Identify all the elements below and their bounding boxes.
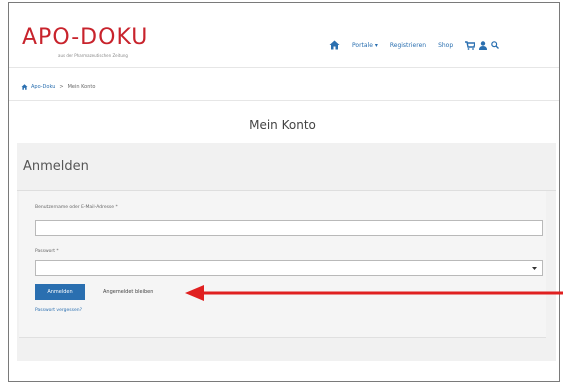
- cart-icon: [465, 40, 476, 50]
- password-input[interactable]: [35, 260, 543, 276]
- breadcrumb-separator: >: [59, 84, 64, 90]
- logo-text: APO-DOKU: [22, 25, 149, 50]
- password-label: Passwort *: [35, 249, 59, 254]
- header-divider: [9, 67, 559, 68]
- account-button[interactable]: [479, 40, 488, 50]
- annotation-arrow-icon: [185, 285, 563, 301]
- cart-button[interactable]: [465, 40, 476, 50]
- user-icon: [479, 40, 488, 50]
- main-nav: Portale ▾ Registrieren Shop: [329, 39, 511, 51]
- logo-subtitle: aus der Pharmazeutischen Zeitung: [58, 53, 128, 58]
- nav-registrieren[interactable]: Registrieren: [390, 42, 426, 49]
- forgot-password-link[interactable]: Passwort vergessen?: [35, 308, 82, 313]
- home-icon[interactable]: [21, 84, 28, 90]
- search-icon: [491, 41, 500, 49]
- nav-portale[interactable]: Portale ▾: [352, 42, 378, 49]
- home-nav-link[interactable]: [329, 40, 340, 50]
- remember-me-checkbox-label[interactable]: Angemeldet bleiben: [103, 289, 153, 295]
- username-label: Benutzername oder E-Mail-Adresse *: [35, 205, 118, 210]
- nav-shop[interactable]: Shop: [438, 42, 453, 49]
- login-button[interactable]: Anmelden: [35, 284, 85, 300]
- login-panel: Anmelden Benutzername oder E-Mail-Adress…: [17, 143, 556, 361]
- username-input[interactable]: [35, 220, 543, 236]
- search-button[interactable]: [491, 41, 500, 49]
- site-logo[interactable]: APO-DOKU aus der Pharmazeutischen Zeitun…: [22, 25, 149, 59]
- caret-down-icon: [532, 267, 537, 270]
- login-form: Benutzername oder E-Mail-Adresse * Passw…: [19, 191, 546, 338]
- breadcrumb-current: Mein Konto: [67, 84, 96, 90]
- breadcrumb: Apo-Doku > Mein Konto: [21, 84, 95, 90]
- home-icon: [329, 40, 340, 50]
- breadcrumb-divider: [9, 100, 559, 101]
- breadcrumb-home-link[interactable]: Apo-Doku: [31, 84, 55, 90]
- login-heading: Anmelden: [23, 159, 89, 174]
- page-title: Mein Konto: [249, 118, 316, 132]
